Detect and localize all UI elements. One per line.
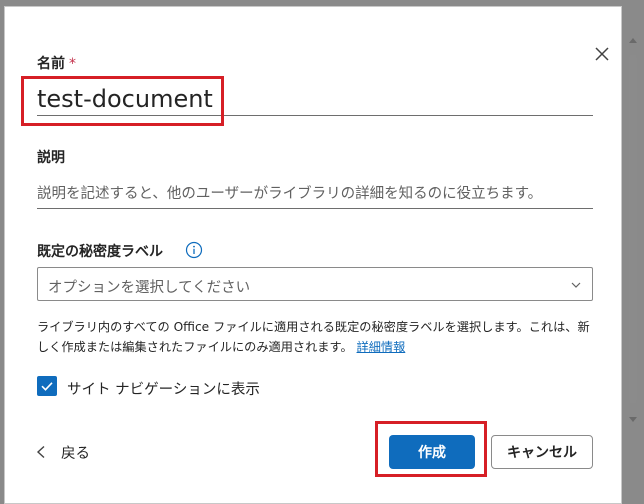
close-button[interactable]	[591, 43, 613, 65]
sensitivity-help-text: ライブラリ内のすべての Office ファイルに適用される既定の秘密度ラベルを選…	[37, 317, 597, 357]
chevron-down-icon	[571, 282, 581, 288]
sensitivity-dropdown-value: オプションを選択してください	[48, 280, 251, 296]
info-button[interactable]	[185, 241, 203, 259]
chevron-left-icon	[36, 445, 45, 459]
description-label: 説明	[37, 150, 65, 166]
name-input-underline	[37, 115, 593, 116]
show-in-nav-checkbox[interactable]	[37, 376, 57, 396]
checkmark-icon	[41, 382, 53, 391]
show-in-nav-label[interactable]: サイト ナビゲーションに表示	[67, 378, 260, 399]
name-input[interactable]: test-document	[37, 85, 213, 113]
scroll-thumb[interactable]	[629, 54, 637, 404]
scroll-down-arrow-icon[interactable]	[624, 412, 642, 426]
sensitivity-dropdown[interactable]: オプションを選択してください	[37, 267, 593, 301]
description-input-underline	[37, 208, 593, 209]
create-library-dialog: 名前 * test-document 説明 説明を記述すると、他のユーザーがライブ…	[4, 6, 622, 504]
name-label-text: 名前	[37, 56, 65, 72]
back-label: 戻る	[61, 445, 90, 462]
description-input[interactable]: 説明を記述すると、他のユーザーがライブラリの詳細を知るのに役立ちます。	[37, 182, 542, 203]
learn-more-link[interactable]: 詳細情報	[357, 340, 406, 354]
name-label: 名前 *	[37, 53, 76, 73]
sensitivity-label: 既定の秘密度ラベル	[37, 244, 163, 260]
required-mark: *	[69, 56, 76, 72]
help-text: ライブラリ内のすべての Office ファイルに適用される既定の秘密度ラベルを選…	[37, 320, 590, 354]
cancel-button[interactable]: キャンセル	[491, 435, 593, 469]
back-button[interactable]: 戻る	[35, 441, 90, 463]
create-button[interactable]: 作成	[389, 435, 475, 469]
scrollbar[interactable]	[624, 30, 642, 428]
scroll-up-arrow-icon[interactable]	[624, 34, 642, 48]
close-icon	[595, 47, 609, 61]
info-icon	[185, 241, 203, 259]
